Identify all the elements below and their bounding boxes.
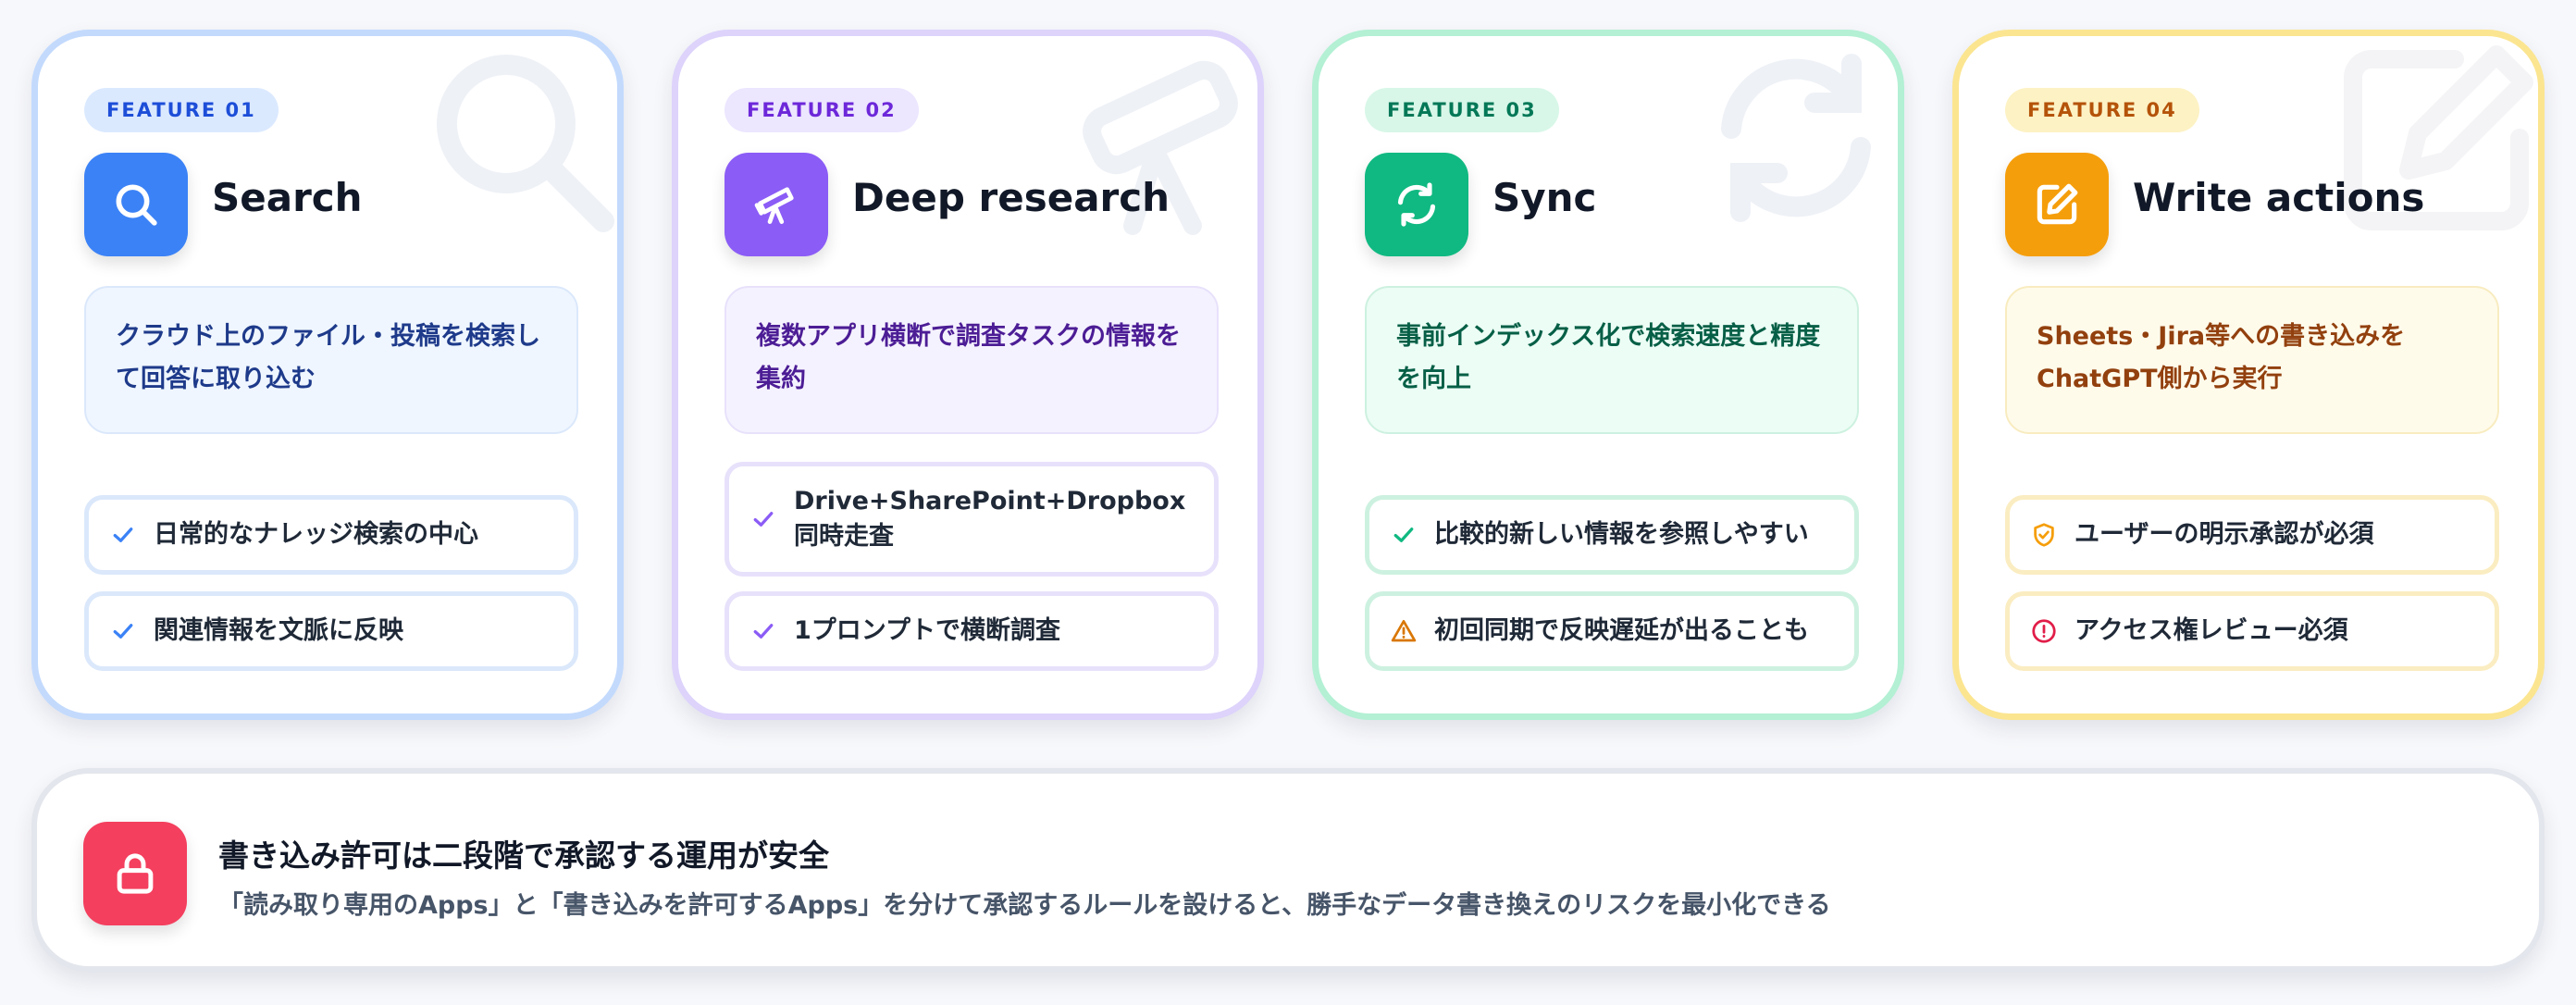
feature-point-text: 1プロンプトで横断調査: [794, 616, 1060, 645]
check-icon: [749, 617, 777, 645]
feature-description: 複数アプリ横断で調査タスクの情報を集約: [724, 286, 1219, 434]
search-icon: [84, 153, 188, 256]
alert-circle-icon: [2030, 617, 2058, 645]
feature-point-text: 関連情報を文脈に反映: [154, 616, 403, 645]
feature-point: Drive+SharePoint+Dropbox同時走査: [724, 462, 1219, 577]
lock-icon: [83, 822, 187, 925]
banner-text: 「読み取り専用のApps」と「書き込みを許可するApps」を分けて承認するルール…: [218, 891, 1831, 920]
feature-card-deep-research: FEATURE 02 Deep research 複数アプリ横断で調査タスクの情…: [672, 30, 1264, 720]
feature-point-text: ユーザーの明示承認が必須: [2074, 520, 2374, 549]
feature-point: 初回同期で反映遅延が出ることも: [1365, 591, 1859, 671]
feature-point: 日常的なナレッジ検索の中心: [84, 495, 578, 575]
edit-icon: [2005, 153, 2109, 256]
telescope-icon: [724, 153, 828, 256]
check-icon: [749, 505, 777, 533]
feature-point: 比較的新しい情報を参照しやすい: [1365, 495, 1859, 575]
check-icon: [1390, 521, 1418, 549]
feature-description: クラウド上のファイル・投稿を検索して回答に取り込む: [84, 286, 578, 434]
banner-title: 書き込み許可は二段階で承認する運用が安全: [218, 838, 829, 874]
check-icon: [109, 521, 137, 549]
feature-badge: FEATURE 01: [84, 88, 279, 132]
feature-point-text: アクセス権レビュー必須: [2074, 616, 2348, 645]
feature-card-search: FEATURE 01 Search クラウド上のファイル・投稿を検索して回答に取…: [31, 30, 624, 720]
sync-icon: [1365, 153, 1468, 256]
feature-badge: FEATURE 04: [2005, 88, 2199, 132]
feature-point: ユーザーの明示承認が必須: [2005, 495, 2499, 575]
feature-point-text: 日常的なナレッジ検索の中心: [154, 520, 478, 549]
shield-check-icon: [2030, 521, 2058, 549]
check-icon: [109, 617, 137, 645]
approval-banner: 書き込み許可は二段階で承認する運用が安全 「読み取り専用のApps」と「書き込み…: [31, 768, 2545, 972]
feature-card-sync: FEATURE 03 Sync 事前インデックス化で検索速度と精度を向上 比較的…: [1312, 30, 1904, 720]
search-watermark-icon: [395, 36, 617, 240]
feature-badge: FEATURE 02: [724, 88, 919, 132]
warning-icon: [1390, 617, 1418, 645]
feature-badge: FEATURE 03: [1365, 88, 1559, 132]
feature-point-text: Drive+SharePoint+Dropbox同時走査: [794, 487, 1186, 551]
feature-point: アクセス権レビュー必須: [2005, 591, 2499, 671]
feature-description: 事前インデックス化で検索速度と精度を向上: [1365, 286, 1859, 434]
feature-point-text: 初回同期で反映遅延が出ることも: [1434, 616, 1809, 645]
feature-title: Write actions: [2133, 175, 2425, 220]
sync-watermark-icon: [1676, 36, 1898, 240]
feature-title: Deep research: [852, 175, 1170, 220]
feature-description: Sheets・Jira等への書き込みをChatGPT側から実行: [2005, 286, 2499, 434]
features-overview: FEATURE 01 Search クラウド上のファイル・投稿を検索して回答に取…: [0, 0, 2576, 1005]
feature-card-write-actions: FEATURE 04 Write actions Sheets・Jira等への書…: [1952, 30, 2545, 720]
feature-title: Sync: [1492, 175, 1597, 220]
feature-point: 関連情報を文脈に反映: [84, 591, 578, 671]
feature-title: Search: [212, 175, 363, 220]
feature-point: 1プロンプトで横断調査: [724, 591, 1219, 671]
feature-point-text: 比較的新しい情報を参照しやすい: [1434, 520, 1809, 549]
